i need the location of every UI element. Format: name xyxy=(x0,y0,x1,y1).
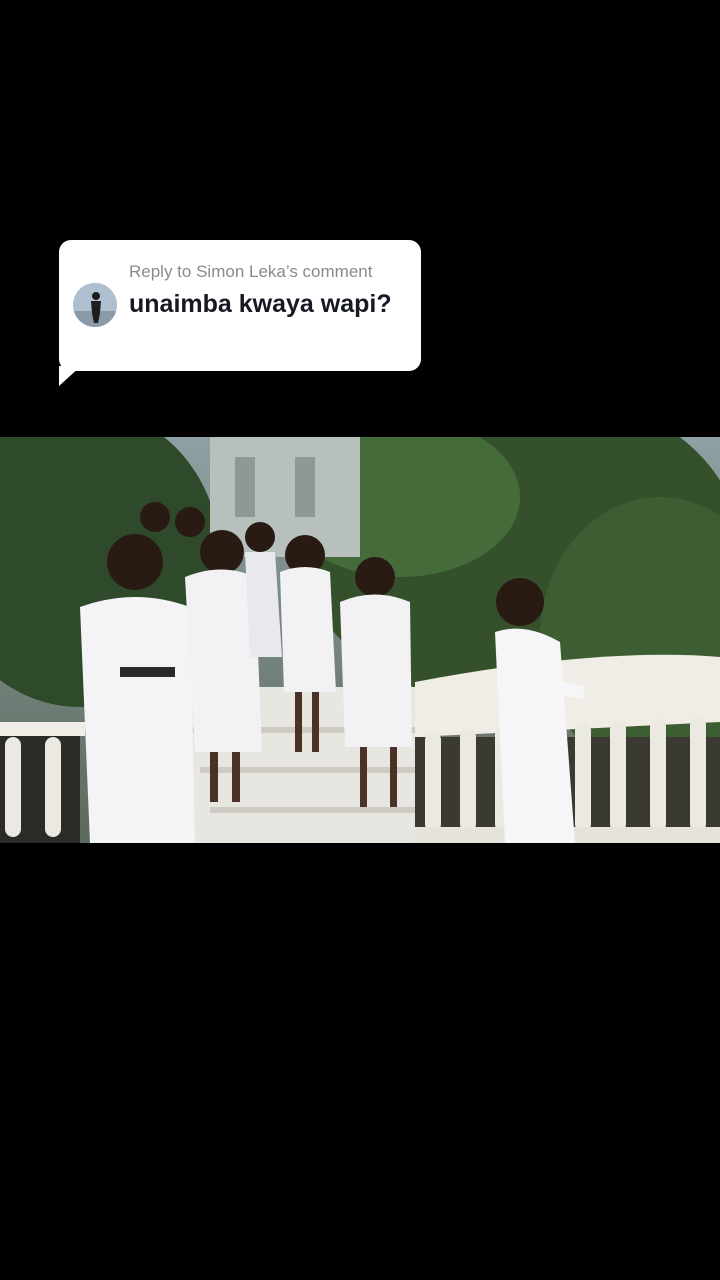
commenter-avatar[interactable] xyxy=(73,283,117,327)
speech-bubble-tail xyxy=(59,366,81,386)
reply-comment-text: unaimba kwaya wapi? xyxy=(129,290,392,318)
reply-header: Reply to Simon Leka’s comment xyxy=(129,262,373,281)
reply-comment-card[interactable]: Reply to Simon Leka’s comment unaimba kw… xyxy=(59,240,421,386)
choir-video-frame xyxy=(0,437,720,843)
video-player[interactable] xyxy=(0,437,720,843)
